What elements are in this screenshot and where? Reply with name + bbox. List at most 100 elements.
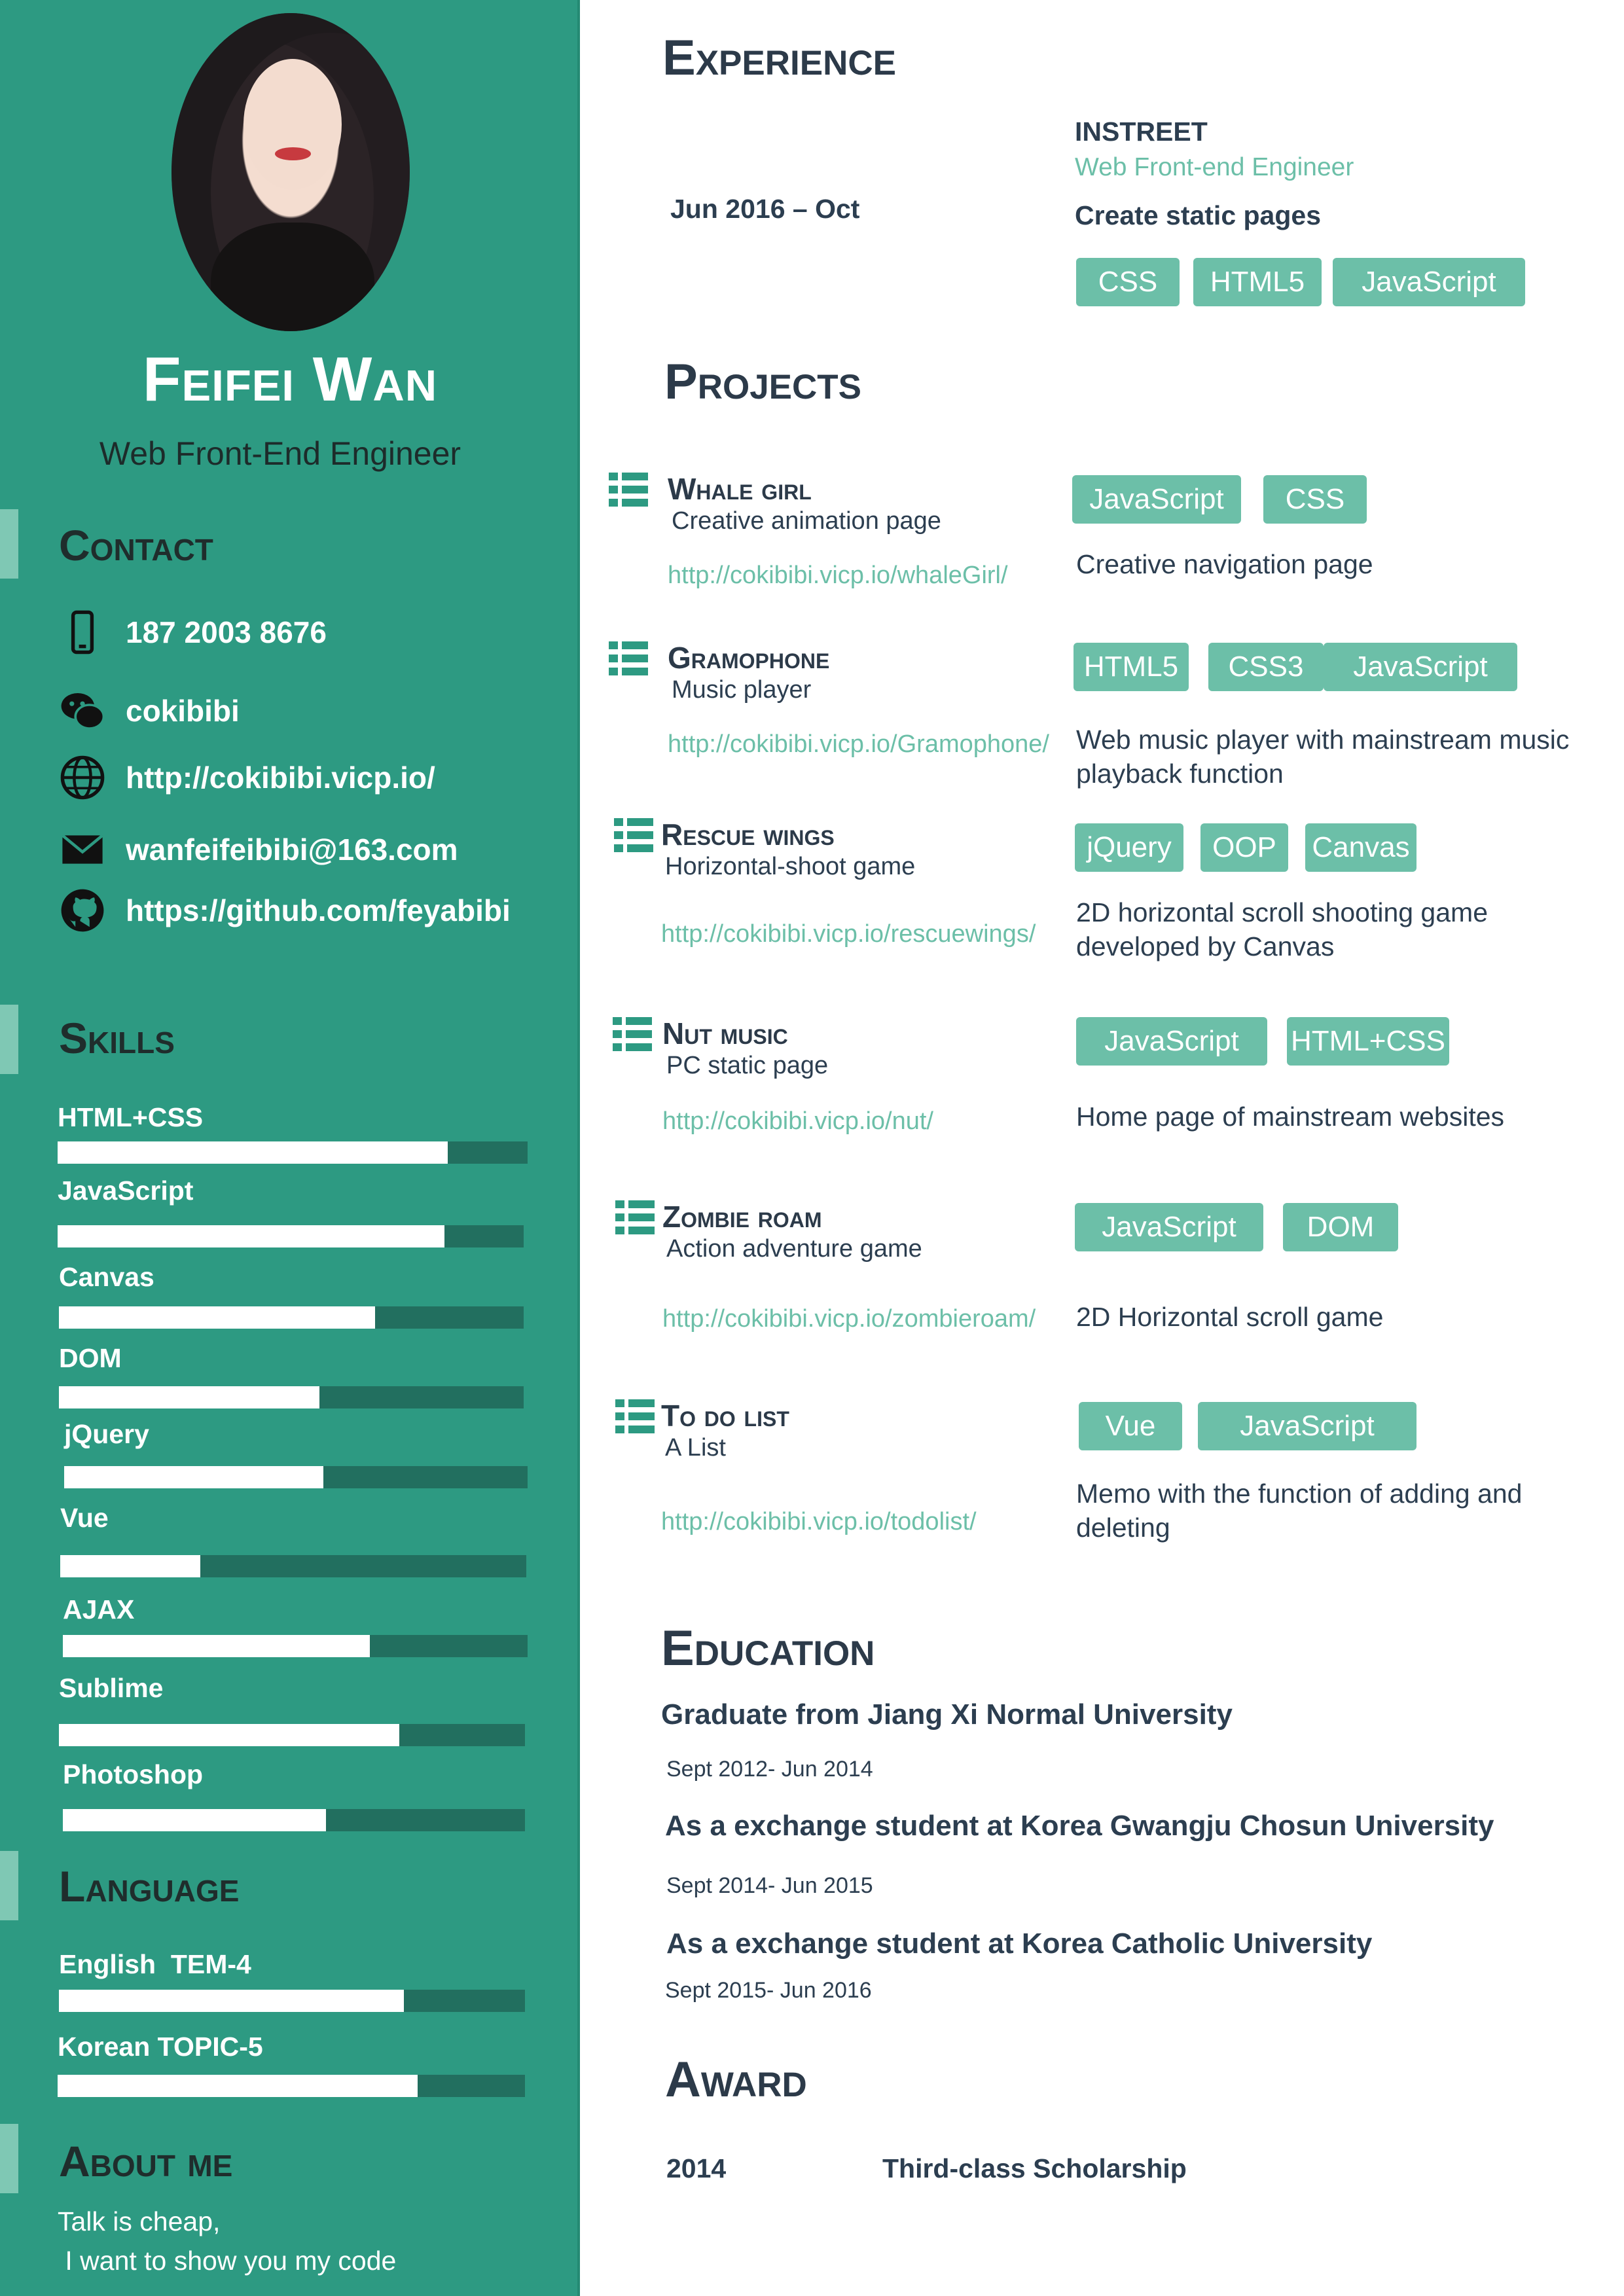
skill-bar: [58, 1141, 528, 1164]
skill-tag: CSS: [1076, 258, 1180, 306]
skill-tag: Canvas: [1305, 823, 1416, 872]
skill-tag: JavaScript: [1324, 643, 1517, 691]
award-heading: Award: [665, 2052, 807, 2108]
skill-bar-fill: [58, 1141, 448, 1164]
skill-tag: JavaScript: [1072, 475, 1241, 524]
project-title: To do list: [661, 1399, 789, 1433]
contact-website-text: http://cokibibi.vicp.io/: [126, 761, 435, 795]
project-title: Nut music: [662, 1016, 788, 1050]
contact-email-text: wanfeifeibibi@163.com: [126, 833, 458, 867]
skill-bar: [59, 1386, 524, 1408]
sidebar: Feifei Wan Web Front-End Engineer Contac…: [0, 0, 580, 2296]
project-link[interactable]: http://cokibibi.vicp.io/zombieroam/: [662, 1305, 1036, 1333]
language-label: English TEM-4: [59, 1949, 251, 1979]
skill-bar: [59, 1724, 525, 1746]
profile-title: Web Front-End Engineer: [99, 435, 461, 472]
project-description: Home page of mainstream websites: [1076, 1102, 1505, 1132]
skill-bar-fill: [63, 1809, 327, 1831]
contact-website[interactable]: http://cokibibi.vicp.io/: [59, 754, 435, 801]
experience-company: INSTREET: [1075, 117, 1208, 147]
skill-bar-fill: [58, 1225, 444, 1247]
section-marker: [0, 1005, 18, 1074]
language-label: Korean TOPIC-5: [58, 2032, 263, 2062]
profile-name: Feifei Wan: [142, 344, 438, 414]
project-title: Whale girl: [668, 472, 812, 506]
skill-bar: [64, 1466, 528, 1488]
skill-label: Sublime: [59, 1673, 164, 1703]
project-link[interactable]: http://cokibibi.vicp.io/nut/: [662, 1107, 933, 1136]
project-link[interactable]: http://cokibibi.vicp.io/Gramophone/: [668, 730, 1049, 759]
skills-heading: Skills: [59, 1014, 175, 1062]
list-icon: [614, 818, 653, 852]
project-subtitle: Horizontal-shoot game: [665, 853, 916, 880]
project-description: 2D horizontal scroll shooting game devel…: [1076, 897, 1488, 961]
project-title: Gramophone: [668, 641, 830, 675]
education-period: Sept 2014- Jun 2015: [666, 1873, 873, 1898]
education-title: As a exchange student at Korea Gwangju C…: [665, 1810, 1494, 1842]
contact-wechat-text: cokibibi: [126, 694, 240, 728]
skill-tag: Vue: [1079, 1402, 1182, 1450]
contact-email[interactable]: wanfeifeibibi@163.com: [59, 826, 458, 873]
list-icon: [615, 1200, 655, 1234]
language-bar: [59, 1990, 525, 2012]
skill-label: Vue: [60, 1503, 109, 1533]
skill-bar-fill: [59, 1724, 399, 1746]
award-title: Third-class Scholarship: [882, 2153, 1187, 2183]
contact-github[interactable]: https://github.com/feyabibi: [59, 887, 511, 934]
project-description: 2D Horizontal scroll game: [1076, 1302, 1384, 1332]
language-bar-fill: [58, 2075, 418, 2097]
skill-bar: [58, 1225, 524, 1247]
education-title: As a exchange student at Korea Catholic …: [666, 1928, 1373, 1960]
project-description: Creative navigation page: [1076, 549, 1373, 579]
experience-role: Web Front-end Engineer: [1075, 153, 1354, 181]
about-heading: About me: [59, 2137, 233, 2185]
skill-bar: [63, 1635, 528, 1657]
skill-label: DOM: [59, 1343, 122, 1373]
project-subtitle: Music player: [672, 676, 812, 704]
contact-phone-text: 187 2003 8676: [126, 615, 327, 649]
list-icon: [609, 473, 648, 507]
about-line: I want to show you my code: [58, 2246, 397, 2276]
skill-tag: JavaScript: [1198, 1402, 1416, 1450]
skill-tag: HTML+CSS: [1287, 1017, 1449, 1066]
language-bar: [58, 2075, 525, 2097]
skill-label: Photoshop: [63, 1759, 204, 1789]
skill-bar-fill: [63, 1635, 370, 1657]
skill-label: jQuery: [64, 1419, 149, 1449]
skill-bar-fill: [59, 1386, 319, 1408]
skill-bar-fill: [60, 1555, 200, 1577]
project-link[interactable]: http://cokibibi.vicp.io/todolist/: [661, 1508, 977, 1536]
section-marker: [0, 2124, 18, 2193]
skill-bar: [63, 1809, 525, 1831]
skill-tag: OOP: [1200, 823, 1288, 872]
award-year: 2014: [666, 2153, 727, 2183]
skill-bar-fill: [64, 1466, 324, 1488]
skill-tag: jQuery: [1075, 823, 1183, 872]
project-subtitle: PC static page: [666, 1052, 829, 1079]
project-link[interactable]: http://cokibibi.vicp.io/whaleGirl/: [668, 562, 1008, 590]
project-title: Rescue wings: [661, 817, 835, 852]
list-icon: [609, 641, 648, 675]
education-title: Graduate from Jiang Xi Normal University: [661, 1698, 1233, 1731]
language-bar-fill: [59, 1990, 404, 2012]
projects-heading: Projects: [664, 354, 862, 410]
education-period: Sept 2012- Jun 2014: [666, 1757, 873, 1782]
project-subtitle: A List: [665, 1434, 726, 1462]
mail-icon: [61, 834, 104, 864]
project-link[interactable]: http://cokibibi.vicp.io/rescuewings/: [661, 920, 1036, 948]
contact-heading: Contact: [59, 521, 213, 569]
skill-bar-fill: [59, 1306, 375, 1329]
skill-tag: HTML5: [1074, 643, 1189, 691]
contact-github-text: https://github.com/feyabibi: [126, 893, 511, 927]
section-marker: [0, 509, 18, 579]
github-icon: [61, 889, 104, 932]
skill-tag: CSS: [1263, 475, 1367, 524]
about-text: Talk is cheap, I want to show you my cod…: [58, 2202, 396, 2280]
skill-bar: [60, 1555, 526, 1577]
project-title: Zombie roam: [662, 1200, 822, 1234]
experience-summary: Create static pages: [1075, 200, 1322, 230]
contact-phone: 187 2003 8676: [59, 609, 327, 656]
section-marker: [0, 1851, 18, 1920]
language-heading: Language: [59, 1862, 240, 1910]
skill-tag: DOM: [1283, 1203, 1398, 1251]
